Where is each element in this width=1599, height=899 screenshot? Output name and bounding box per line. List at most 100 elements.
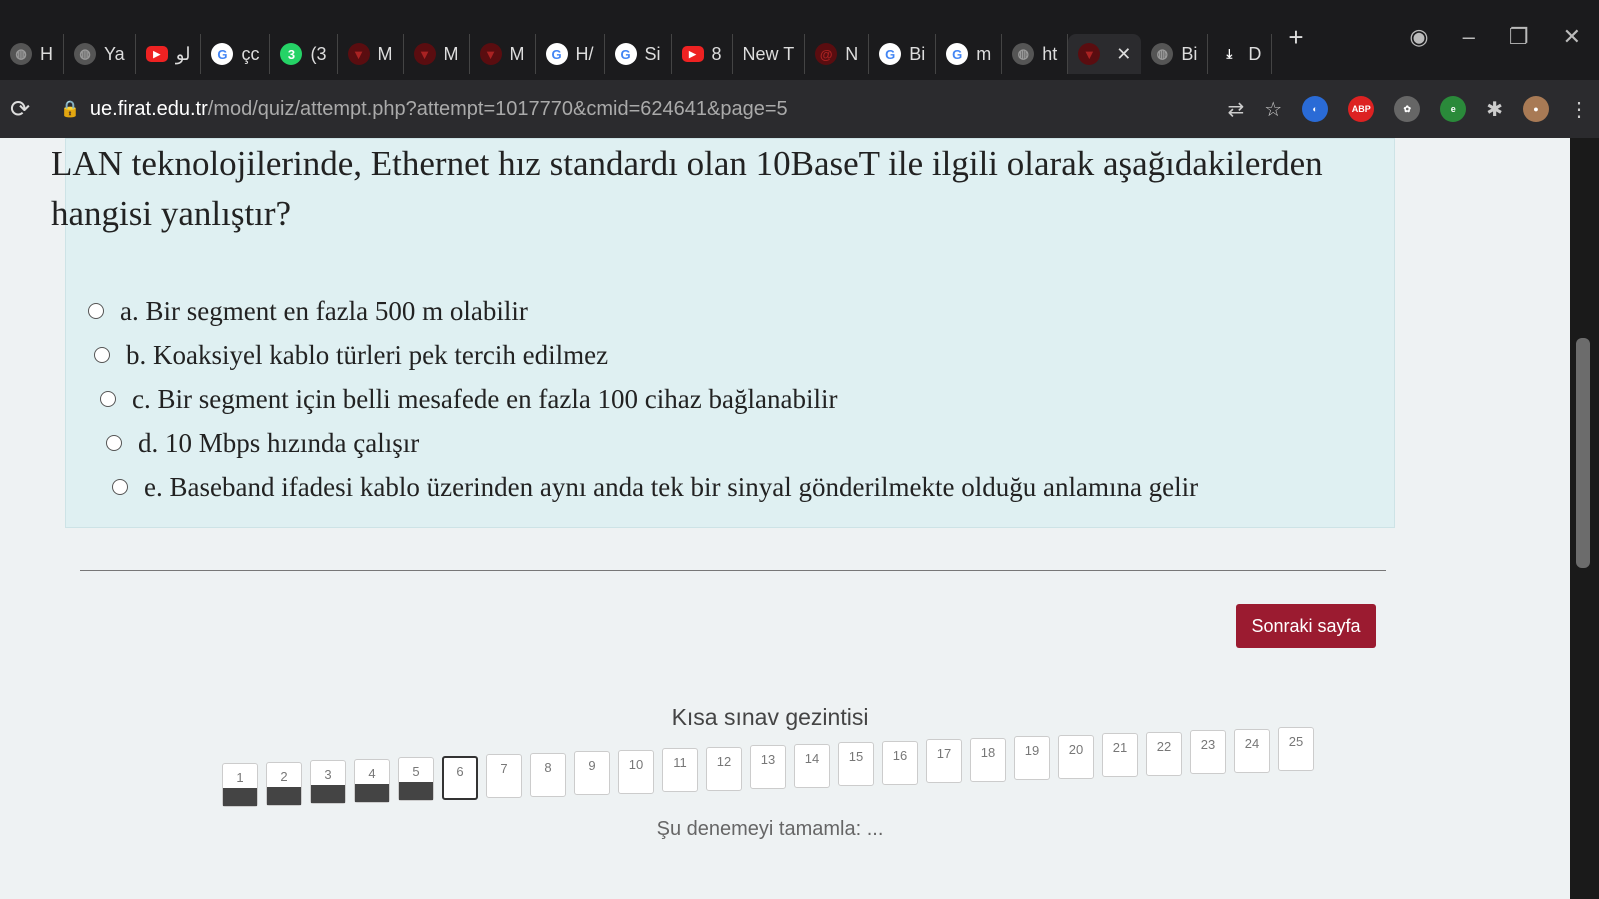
answer-option[interactable]: e. Baseband ifadesi kablo üzerinden aynı… — [112, 465, 1198, 509]
swirl-icon: @ — [815, 43, 838, 65]
download-icon: ⤓ — [1226, 46, 1233, 61]
tab-title: H/ — [575, 43, 594, 64]
browser-tab[interactable]: @ N — [805, 34, 870, 74]
extension-green-icon[interactable]: e — [1440, 96, 1467, 122]
quiz-nav-page-button[interactable]: 24 — [1234, 728, 1270, 773]
quiz-nav-page-button[interactable]: 21 — [1102, 733, 1138, 777]
quiz-nav-page-button[interactable]: 17 — [926, 739, 962, 783]
new-tab-button[interactable]: + — [1272, 22, 1319, 53]
extensions-puzzle-icon[interactable]: ✱ — [1486, 97, 1503, 122]
url-path: /mod/quiz/attempt.php?attempt=1017770&cm… — [207, 97, 788, 120]
quiz-nav-page-button[interactable]: 22 — [1146, 731, 1182, 776]
browser-tab[interactable]: ◍ H — [0, 34, 64, 74]
quiz-nav-page-button[interactable]: 15 — [838, 742, 874, 786]
quiz-nav-page-button[interactable]: 1 — [222, 763, 258, 807]
browser-tab[interactable]: Gçc — [201, 34, 271, 74]
browser-tab[interactable]: ▼ M — [338, 34, 404, 74]
browser-tab[interactable]: ◍ Bi — [1141, 34, 1209, 74]
answer-option[interactable]: b. Koaksiyel kablo türleri pek tercih ed… — [94, 333, 1198, 377]
browser-tab[interactable]: ◍ ht — [1002, 34, 1069, 74]
menu-kebab-icon[interactable]: ⋮ — [1569, 97, 1589, 122]
scrollbar-thumb[interactable] — [1576, 338, 1590, 568]
tab-title: N — [845, 43, 859, 64]
address-bar-row: ⟳ 🔒 ue.firat.edu.tr/mod/quiz/attempt.php… — [0, 80, 1599, 138]
close-tab-icon[interactable]: ✕ — [1116, 44, 1131, 65]
browser-tab[interactable]: ▼ M — [470, 34, 536, 74]
browser-tab[interactable]: G Si — [605, 34, 672, 74]
translate-icon[interactable]: ⇄ — [1228, 97, 1245, 122]
browser-tab[interactable]: G H/ — [536, 34, 605, 74]
tab-title: Bi — [909, 43, 926, 64]
answer-option[interactable]: d. 10 Mbps hızında çalışır — [106, 421, 1198, 465]
youtube-icon: ▶ — [681, 46, 704, 62]
quiz-nav-page-button[interactable]: 19 — [1014, 736, 1050, 780]
extension-gray-icon[interactable]: ✿ — [1394, 96, 1421, 122]
quiz-nav-page-button[interactable]: 6 — [442, 755, 478, 800]
tab-search-icon[interactable]: ◉ — [1409, 24, 1428, 50]
tab-title: Bi — [1181, 43, 1198, 64]
quiz-nav-page-button[interactable]: 25 — [1278, 727, 1314, 771]
next-page-button[interactable]: Sonraki sayfa — [1236, 604, 1376, 648]
extension-blue-icon[interactable]: ◐ — [1302, 96, 1329, 122]
radio-button[interactable] — [112, 479, 128, 495]
bookmark-star-icon[interactable]: ☆ — [1264, 97, 1282, 122]
browser-tab[interactable]: ⤓ D — [1208, 34, 1273, 74]
reload-icon[interactable]: ⟳ — [10, 95, 60, 124]
lock-icon[interactable]: 🔒 — [60, 99, 80, 119]
quiz-nav-page-button[interactable]: 9 — [574, 751, 610, 795]
option-label: e. Baseband ifadesi kablo üzerinden aynı… — [144, 471, 1199, 502]
google-icon: G — [879, 43, 902, 65]
scrollbar[interactable] — [1570, 138, 1599, 899]
restore-icon[interactable]: ❐ — [1509, 24, 1529, 50]
answer-option[interactable]: a. Bir segment en fazla 500 m olabilir — [88, 289, 1198, 333]
url-field[interactable]: ue.firat.edu.tr/mod/quiz/attempt.php?att… — [90, 98, 788, 121]
tab-title: çc — [241, 43, 260, 64]
quiz-nav-page-button[interactable]: 12 — [706, 746, 742, 791]
quiz-nav-page-button[interactable]: 5 — [398, 757, 434, 801]
browser-tab[interactable]: G Bi — [869, 34, 937, 74]
quiz-nav-page-button[interactable]: 13 — [750, 745, 786, 789]
browser-tab[interactable]: New T — [733, 34, 806, 74]
quiz-page: LAN teknolojilerinde, Ethernet hız stand… — [0, 138, 1570, 899]
finish-attempt-link[interactable]: Şu denemeyi tamamla: ... — [0, 818, 1540, 841]
radio-button[interactable] — [88, 303, 104, 319]
quiz-nav-page-button[interactable]: 2 — [266, 761, 302, 806]
browser-tab[interactable]: ▼ M — [404, 34, 470, 74]
quiz-nav-page-button[interactable]: 20 — [1058, 734, 1094, 779]
browser-tab[interactable]: ◍ Ya — [64, 34, 136, 74]
google-icon: G — [946, 43, 969, 65]
tab-title: M — [377, 43, 393, 64]
red-logo-icon: ▼ — [347, 43, 370, 65]
quiz-nav-page-button[interactable]: 18 — [970, 737, 1006, 782]
quiz-nav-page-button[interactable]: 14 — [794, 743, 830, 788]
radio-button[interactable] — [100, 391, 116, 407]
question-text: LAN teknolojilerinde, Ethernet hız stand… — [51, 144, 1323, 233]
quiz-nav-page-button[interactable]: 4 — [354, 758, 390, 803]
quiz-nav-page-button[interactable]: 23 — [1190, 730, 1226, 774]
answer-option[interactable]: c. Bir segment için belli mesafede en fa… — [100, 377, 1198, 421]
minimize-icon[interactable]: – — [1463, 24, 1475, 50]
close-window-icon[interactable]: ✕ — [1563, 24, 1581, 50]
profile-avatar[interactable]: ● — [1523, 96, 1549, 122]
tab-title: (3 — [310, 43, 327, 64]
browser-tab[interactable]: 3 (3 — [270, 34, 338, 74]
quiz-nav-page-button[interactable]: 8 — [530, 752, 566, 797]
quiz-nav-page-button[interactable]: 10 — [618, 749, 654, 794]
browser-tab[interactable]: ▶ ﻟﻮ — [136, 34, 202, 74]
quiz-nav-page-button[interactable]: 16 — [882, 740, 918, 785]
url-host: ue.firat.edu.tr — [89, 97, 208, 120]
globe-icon: ◍ — [1012, 43, 1035, 65]
browser-tab[interactable]: ▶ 8 — [672, 34, 733, 74]
browser-tab[interactable]: ▼ ✕ — [1068, 34, 1142, 74]
browser-tab[interactable]: Gm — [936, 34, 1003, 74]
quiz-nav-page-button[interactable]: 11 — [662, 748, 698, 792]
tab-title: M — [443, 43, 459, 64]
whatsapp-icon: 3 — [280, 43, 303, 65]
adblock-plus-icon[interactable]: ABP — [1348, 96, 1375, 122]
radio-button[interactable] — [106, 435, 122, 451]
quiz-nav-page-button[interactable]: 3 — [310, 760, 346, 804]
radio-button[interactable] — [94, 347, 110, 363]
google-icon: G — [545, 43, 568, 65]
tab-strip: ◍ H ◍ Ya ▶ ﻟﻮ Gçc 3 (3 ▼ M ▼ M ▼ M G H/G Si ▶ 8 New T @ N G Bi Gm… — [0, 0, 1599, 80]
quiz-nav-page-button[interactable]: 7 — [486, 754, 522, 798]
